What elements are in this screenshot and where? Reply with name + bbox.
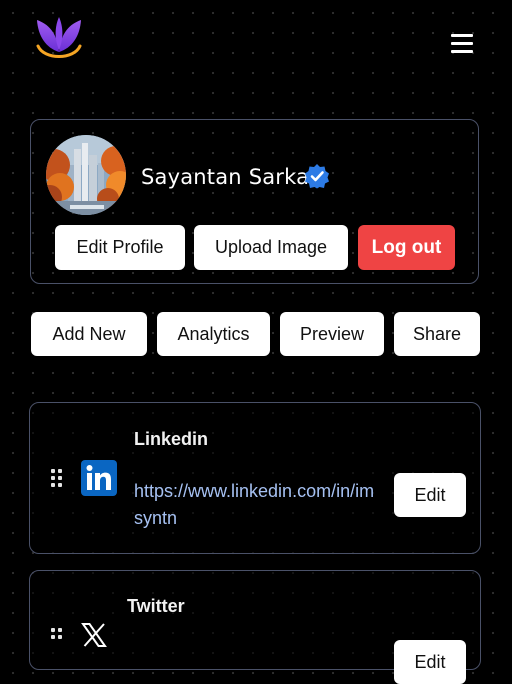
link-title: Twitter: [127, 596, 185, 616]
logout-button[interactable]: Log out: [358, 225, 455, 270]
profile-name: Sayantan Sarkar: [141, 165, 319, 189]
edit-profile-button[interactable]: Edit Profile: [55, 225, 185, 270]
preview-button[interactable]: Preview: [280, 312, 384, 356]
add-new-button[interactable]: Add New: [31, 312, 147, 356]
drag-handle-icon[interactable]: [51, 628, 65, 648]
link-title: Linkedin: [134, 429, 209, 449]
link-url[interactable]: https://www.linkedin.com/in/imsyntn: [134, 478, 379, 532]
linkedin-icon: [81, 460, 117, 496]
upload-image-button[interactable]: Upload Image: [194, 225, 348, 270]
edit-link-button[interactable]: Edit: [394, 640, 466, 684]
share-button[interactable]: Share: [394, 312, 480, 356]
edit-link-button[interactable]: Edit: [394, 473, 466, 517]
drag-handle-icon[interactable]: [51, 469, 65, 489]
x-icon: [80, 621, 108, 649]
analytics-button[interactable]: Analytics: [157, 312, 270, 356]
hamburger-menu-icon: [448, 30, 476, 56]
avatar[interactable]: [46, 135, 126, 215]
menu-button[interactable]: [448, 30, 476, 56]
verified-badge-icon: [304, 163, 330, 189]
app-logo-icon[interactable]: [34, 14, 84, 64]
